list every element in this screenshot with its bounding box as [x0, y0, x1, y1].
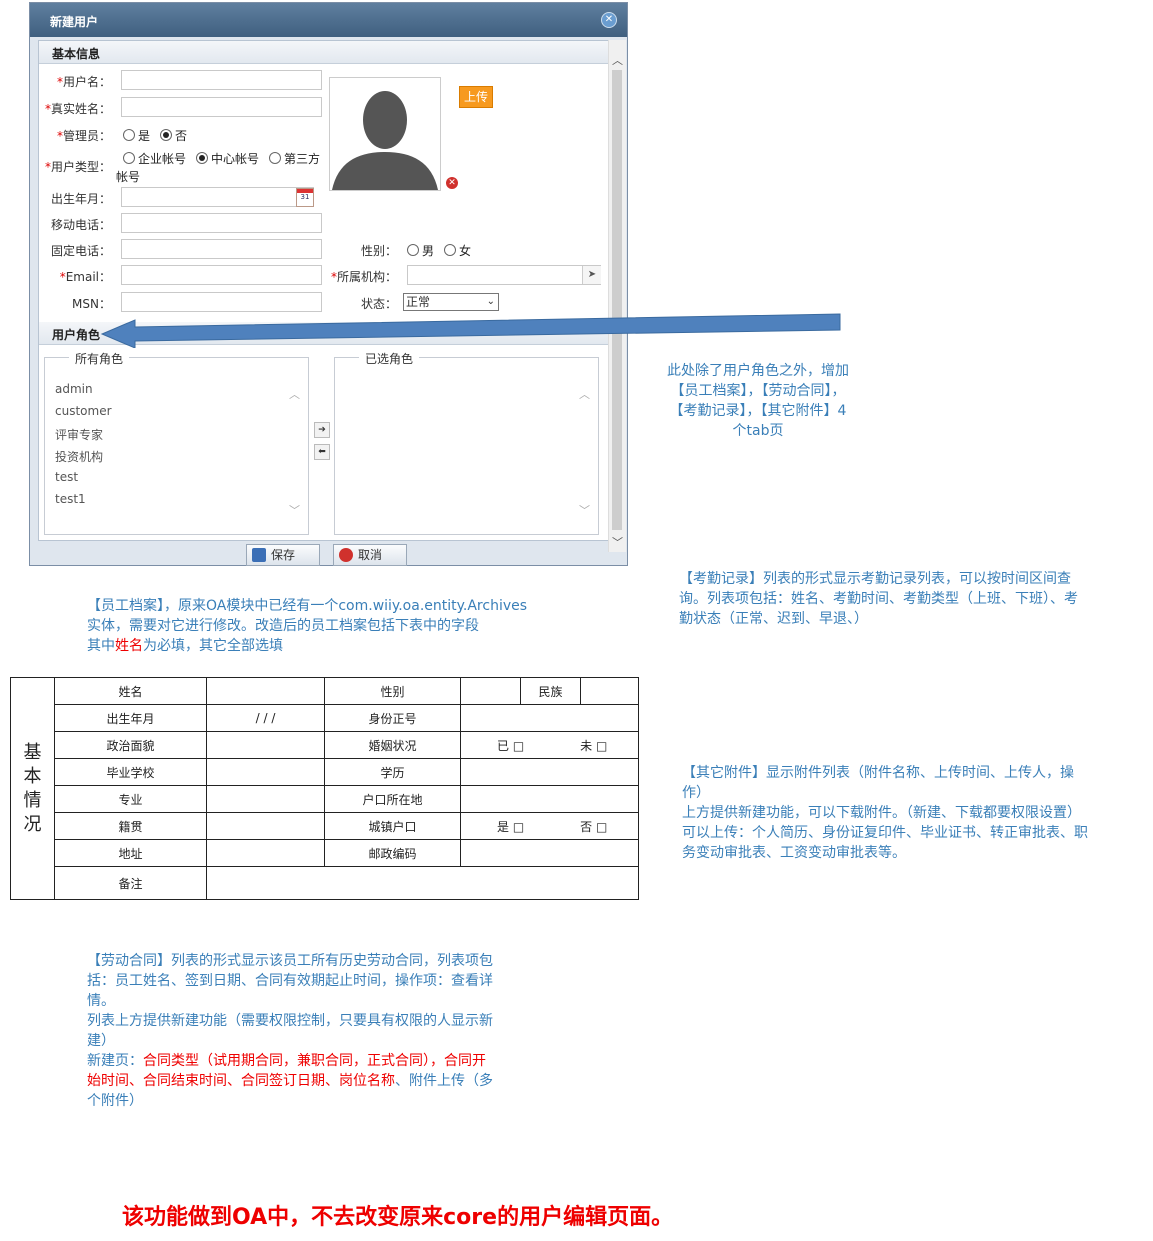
- type-third-radio[interactable]: 第三方: [269, 150, 320, 167]
- realname-label: *真实姓名：: [44, 102, 111, 116]
- cell-marital: 婚姻状况: [324, 731, 461, 759]
- cell-major: 专业: [54, 785, 207, 813]
- dialog-scrollbar[interactable]: ︿ ﹀: [608, 40, 626, 552]
- save-button[interactable]: 保存: [246, 544, 320, 566]
- scroll-down-icon[interactable]: ﹀: [612, 534, 623, 550]
- scroll-up-icon[interactable]: ︿: [612, 52, 623, 68]
- realname-input[interactable]: [121, 97, 322, 117]
- type-enterprise-radio[interactable]: 企业帐号: [123, 150, 186, 167]
- mobile-label: 移动电话：: [50, 218, 111, 232]
- cell-yes: 是 □: [497, 819, 525, 834]
- email-input[interactable]: [121, 265, 322, 285]
- birth-label: 出生年月：: [50, 192, 111, 206]
- phone-input[interactable]: [121, 239, 322, 259]
- dialog-titlebar[interactable]: 新建用户 ✕: [30, 3, 627, 37]
- username-label: *用户名：: [56, 75, 111, 89]
- archive-note: 【员工档案】，原来OA模块中已经有一个com.wiiy.oa.entity.Ar…: [87, 598, 528, 654]
- email-label: *Email：: [59, 270, 111, 284]
- close-icon[interactable]: ✕: [601, 12, 617, 28]
- cell-native: 籍贯: [54, 812, 207, 840]
- cell-name: 姓名: [54, 677, 207, 705]
- cell-unmarried: 未 □: [580, 738, 608, 753]
- archive-table: 基本情况 姓名 性别 民族 出生年月 / / / 身份正号 政治面貌 婚姻状况 …: [10, 677, 639, 900]
- mobile-input[interactable]: [121, 213, 322, 233]
- role-item[interactable]: 评审专家: [55, 426, 103, 443]
- cell-married: 已 □: [497, 738, 525, 753]
- role-item[interactable]: admin: [55, 382, 93, 396]
- all-roles-title: 所有角色: [69, 350, 130, 367]
- section-basic-info: 基本信息: [39, 41, 609, 64]
- final-note: 该功能做到OA中，不去改变原来core的用户编辑页面。: [122, 1205, 674, 1230]
- move-left-icon[interactable]: ⬅: [314, 444, 330, 460]
- scroll-up-icon[interactable]: ︿: [289, 386, 303, 402]
- contract-note: 【劳动合同】列表的形式显示该员工所有历史劳动合同，列表项包 括：员工姓名、签到日…: [87, 953, 493, 1109]
- role-item[interactable]: test: [55, 470, 78, 484]
- scroll-up-icon[interactable]: ︿: [579, 386, 593, 402]
- selected-roles-title: 已选角色: [359, 350, 420, 367]
- arrow-annotation: [100, 313, 841, 348]
- cursor-select-icon[interactable]: ➤: [582, 266, 601, 284]
- org-input[interactable]: [407, 265, 601, 285]
- cancel-icon: [339, 548, 353, 562]
- type-third-label-cont: 帐号: [116, 170, 141, 184]
- cell-gender: 性别: [324, 677, 461, 705]
- cell-politics: 政治面貌: [54, 731, 207, 759]
- calendar-icon[interactable]: 31: [296, 188, 314, 207]
- selected-roles-list[interactable]: 已选角色 ︿ ﹀: [334, 350, 599, 535]
- gender-female-radio[interactable]: 女: [444, 242, 471, 259]
- dialog-body: 基本信息 *用户名： *真实姓名： *管理员： 是 否 *用户类型： 企业帐号 …: [38, 40, 610, 541]
- save-icon: [252, 548, 266, 562]
- role-item[interactable]: 投资机构: [55, 448, 103, 465]
- username-input[interactable]: [121, 70, 322, 90]
- cell-idno: 身份正号: [324, 704, 461, 732]
- avatar: [329, 77, 441, 191]
- archive-side-title: 基本情况: [10, 677, 55, 900]
- upload-button[interactable]: 上传: [459, 86, 493, 108]
- cell-birth: 出生年月: [54, 704, 207, 732]
- new-user-dialog: 新建用户 ✕ 基本信息 *用户名： *真实姓名： *管理员： 是 否 *用户类型…: [29, 2, 628, 566]
- cancel-button[interactable]: 取消: [333, 544, 407, 566]
- section-title: 用户角色: [52, 328, 101, 342]
- cell-birth-value: / / /: [206, 704, 325, 732]
- cell-nation: 民族: [520, 677, 581, 705]
- cell-postcode: 邮政编码: [324, 839, 461, 867]
- scroll-down-icon[interactable]: ﹀: [579, 502, 593, 518]
- attendance-note: 【考勤记录】列表的形式显示考勤记录列表，可以按时间区间查 询。列表项包括：姓名、…: [679, 571, 1078, 627]
- move-right-icon[interactable]: ➔: [314, 422, 330, 438]
- usertype-label: *用户类型：: [44, 160, 111, 174]
- admin-yes-radio[interactable]: 是: [123, 127, 150, 144]
- admin-label: *管理员：: [56, 129, 111, 143]
- tabs-note: 此处除了用户角色之外，增加 【员工档案】，【劳动合同】， 【考勤记录】，【其它附…: [667, 363, 849, 439]
- cell-address: 地址: [54, 839, 207, 867]
- dialog-title: 新建用户: [50, 15, 99, 29]
- gender-male-radio[interactable]: 男: [407, 242, 434, 259]
- cell-education: 学历: [324, 758, 461, 786]
- cell-no: 否 □: [580, 819, 608, 834]
- cell-school: 毕业学校: [54, 758, 207, 786]
- cell-hukou: 户口所在地: [324, 785, 461, 813]
- all-roles-list[interactable]: 所有角色 admin customer 评审专家 投资机构 test test1…: [44, 350, 309, 535]
- section-title: 基本信息: [52, 47, 101, 61]
- birth-input[interactable]: [121, 187, 314, 207]
- org-label: *所属机构：: [330, 270, 397, 284]
- role-item[interactable]: customer: [55, 404, 112, 418]
- attachments-note: 【其它附件】显示附件列表（附件名称、上传时间、上传人，操 作） 上方提供新建功能…: [682, 765, 1088, 861]
- cell-urban: 城镇户口: [324, 812, 461, 840]
- admin-no-radio[interactable]: 否: [160, 127, 187, 144]
- scroll-down-icon[interactable]: ﹀: [289, 502, 303, 518]
- cell-remark: 备注: [54, 866, 207, 900]
- role-item[interactable]: test1: [55, 492, 86, 506]
- gender-label: 性别：: [360, 244, 397, 258]
- delete-icon[interactable]: ✕: [446, 177, 458, 189]
- scroll-thumb[interactable]: [612, 70, 622, 530]
- type-center-radio[interactable]: 中心帐号: [196, 150, 259, 167]
- phone-label: 固定电话：: [50, 244, 111, 258]
